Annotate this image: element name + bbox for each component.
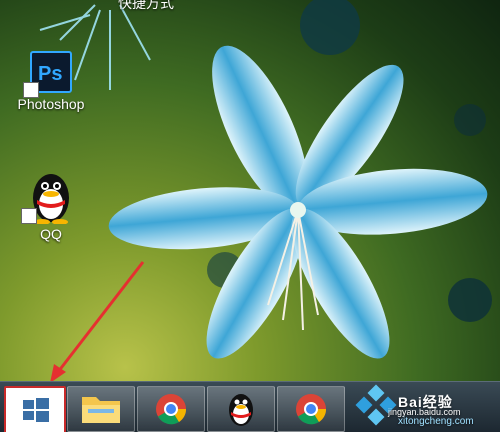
watermark-site: xitongcheng.com: [398, 416, 474, 427]
start-button[interactable]: [4, 386, 66, 432]
taskbar-qq[interactable]: [207, 386, 275, 432]
qq-penguin-icon: [229, 394, 253, 426]
folder-icon: [82, 397, 120, 423]
taskbar-chrome-2[interactable]: [277, 386, 345, 432]
desktop-icon-label: Photoshop: [17, 96, 85, 112]
taskbar-chrome[interactable]: [137, 386, 205, 432]
chrome-icon: [156, 394, 187, 425]
svg-text:Ps: Ps: [38, 63, 62, 85]
taskbar: Bai经验 jingyan.baidu.com xitongcheng.com: [0, 381, 500, 432]
desktop-icon-label: QQ: [40, 226, 62, 242]
shortcut-arrow-icon: [21, 208, 37, 224]
desktop-icon-photoshop[interactable]: Ps Photoshop: [6, 50, 96, 112]
desktop-caption: 快捷方式: [118, 0, 174, 11]
taskbar-file-explorer[interactable]: [67, 386, 135, 432]
desktop-icon-qq[interactable]: QQ: [6, 168, 96, 242]
windows-logo-icon: [23, 398, 49, 422]
chrome-icon: [296, 394, 327, 425]
shortcut-arrow-icon: [23, 82, 39, 98]
desktop: 快捷方式 Ps Photoshop QQ Bai经验 jingyan.baidu…: [0, 0, 500, 432]
